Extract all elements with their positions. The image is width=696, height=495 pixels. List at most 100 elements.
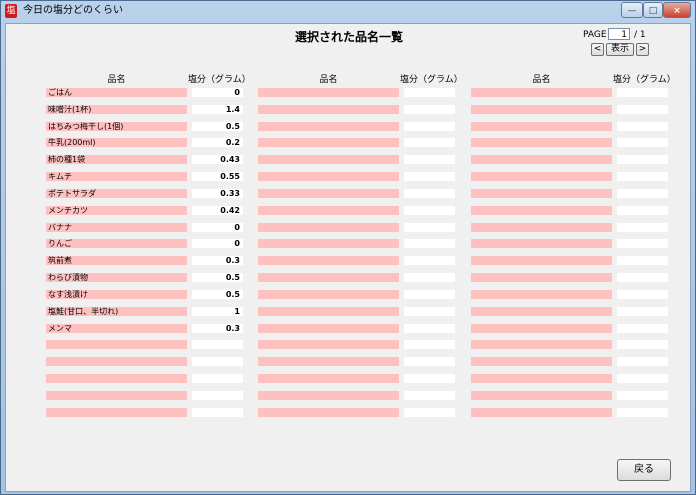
salt-value-cell: [192, 357, 243, 366]
page-number-input[interactable]: 1: [608, 28, 630, 40]
salt-value-cell: 0.3: [192, 256, 243, 265]
item-name-cell: メンマ: [46, 324, 187, 333]
salt-value-cell: [404, 155, 455, 164]
salt-value-cell: [617, 239, 668, 248]
item-name-cell: [258, 256, 399, 265]
column-header-salt: 塩分（グラム）: [613, 75, 676, 85]
salt-value-cell: 0.42: [192, 206, 243, 215]
column-header-salt: 塩分（グラム）: [188, 75, 251, 85]
item-name-cell: [471, 172, 612, 181]
item-name-cell: [258, 105, 399, 114]
salt-value-cell: 0: [192, 239, 243, 248]
item-name-cell: [471, 290, 612, 299]
item-name-cell: [258, 374, 399, 383]
item-name-cell: [258, 357, 399, 366]
item-name-cell: [258, 307, 399, 316]
client-area: 選択された品名一覧 PAGE 1 / 1 < 表示 > 品名 塩分（グラム） ごはん…: [5, 23, 691, 492]
salt-value-cell: [404, 122, 455, 131]
item-name-cell: 筑前煮: [46, 256, 187, 265]
item-name-cell: はちみつ梅干し(1個): [46, 122, 187, 131]
item-name-cell: ポテトサラダ: [46, 189, 187, 198]
salt-value-cell: [617, 172, 668, 181]
salt-value-cell: [617, 324, 668, 333]
salt-value-cell: 0: [192, 223, 243, 232]
salt-value-cell: [617, 273, 668, 282]
item-name-cell: りんご: [46, 239, 187, 248]
salt-value-cell: 1.4: [192, 105, 243, 114]
item-name-cell: [471, 105, 612, 114]
minimize-button[interactable]: —: [621, 2, 643, 18]
back-button[interactable]: 戻る: [617, 459, 671, 481]
item-name-cell: わらび漬物: [46, 273, 187, 282]
item-name-cell: [46, 340, 187, 349]
salt-value-cell: [404, 408, 455, 417]
column-header-name: 品名: [107, 75, 126, 85]
salt-value-cell: [617, 340, 668, 349]
item-name-cell: [258, 172, 399, 181]
salt-value-cell: [192, 340, 243, 349]
salt-value-cell: [617, 307, 668, 316]
title-bar[interactable]: 塩 今日の塩分どのくらい — □ ×: [1, 1, 695, 23]
salt-value-cell: [404, 290, 455, 299]
next-page-button[interactable]: >: [636, 43, 649, 56]
salt-value-cell: 0.5: [192, 290, 243, 299]
salt-value-cell: [404, 340, 455, 349]
salt-value-cell: [192, 374, 243, 383]
salt-value-cell: [404, 189, 455, 198]
item-name-cell: [258, 324, 399, 333]
prev-page-button[interactable]: <: [591, 43, 604, 56]
item-name-cell: [46, 408, 187, 417]
salt-value-cell: 0.5: [192, 122, 243, 131]
salt-value-cell: 1: [192, 307, 243, 316]
salt-value-cell: [404, 223, 455, 232]
salt-value-cell: 0.33: [192, 189, 243, 198]
item-name-cell: [258, 189, 399, 198]
salt-value-cell: [192, 408, 243, 417]
salt-value-cell: [404, 138, 455, 147]
salt-value-cell: [617, 105, 668, 114]
item-name-cell: [258, 88, 399, 97]
salt-value-cell: 0.55: [192, 172, 243, 181]
item-name-cell: ごはん: [46, 88, 187, 97]
salt-value-cell: [404, 256, 455, 265]
salt-value-cell: [192, 391, 243, 400]
item-name-cell: [471, 374, 612, 383]
item-name-cell: [471, 391, 612, 400]
item-name-cell: [258, 340, 399, 349]
item-name-cell: 味噌汁(1杯): [46, 105, 187, 114]
item-name-cell: [258, 273, 399, 282]
item-name-cell: [471, 340, 612, 349]
item-name-cell: [471, 256, 612, 265]
maximize-button[interactable]: □: [643, 2, 663, 18]
salt-value-cell: [617, 290, 668, 299]
salt-value-cell: [617, 374, 668, 383]
item-name-cell: [471, 357, 612, 366]
item-name-cell: [471, 239, 612, 248]
app-icon: 塩: [5, 4, 17, 18]
salt-value-cell: [617, 223, 668, 232]
salt-value-cell: [404, 324, 455, 333]
column-header-name: 品名: [532, 75, 551, 85]
item-name-cell: [258, 155, 399, 164]
salt-value-cell: [404, 391, 455, 400]
salt-value-cell: [404, 239, 455, 248]
show-button[interactable]: 表示: [606, 43, 634, 56]
item-name-cell: [471, 155, 612, 164]
salt-value-cell: 0.2: [192, 138, 243, 147]
salt-value-cell: [617, 408, 668, 417]
item-name-cell: [46, 374, 187, 383]
close-button[interactable]: ×: [663, 2, 691, 18]
item-name-cell: [471, 206, 612, 215]
item-name-cell: [258, 290, 399, 299]
item-name-cell: [46, 391, 187, 400]
salt-value-cell: [404, 357, 455, 366]
item-name-cell: [471, 138, 612, 147]
item-name-cell: キムチ: [46, 172, 187, 181]
salt-value-cell: 0: [192, 88, 243, 97]
item-name-cell: [471, 408, 612, 417]
item-name-cell: [258, 223, 399, 232]
item-name-cell: [258, 138, 399, 147]
item-name-cell: メンチカツ: [46, 206, 187, 215]
item-name-cell: [258, 239, 399, 248]
salt-value-cell: [404, 105, 455, 114]
